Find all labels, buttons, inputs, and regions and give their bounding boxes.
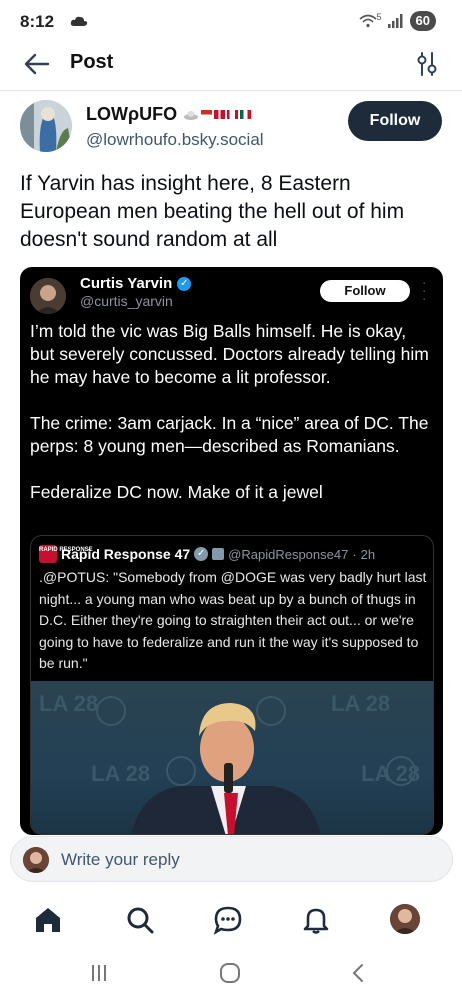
- rapid-response-logo: RAPID RESPONSE: [39, 545, 93, 563]
- tweet-paragraph: I’m told the vic was Big Balls himself. …: [30, 321, 429, 387]
- cloud-icon: [70, 16, 88, 26]
- verified-badge-icon: ✓: [177, 276, 192, 291]
- bottom-nav: [0, 896, 462, 946]
- tweet-follow-button: Follow: [320, 280, 410, 302]
- status-bar: 8:12 5 60: [0, 0, 462, 44]
- quoted-tweet: RAPID RESPONSE Rapid Response 47 ✓ @Rapi…: [30, 535, 434, 835]
- follow-button[interactable]: Follow: [348, 101, 442, 141]
- ufo-icon: [184, 110, 199, 120]
- flag-icon: [227, 110, 239, 119]
- government-badge-icon: [212, 548, 225, 560]
- flag-icon: [214, 110, 226, 119]
- post-header: Post: [0, 44, 462, 84]
- sliders-icon[interactable]: [416, 51, 438, 77]
- search-icon[interactable]: [124, 904, 156, 936]
- arrow-left-icon[interactable]: [24, 52, 50, 76]
- quote-separator: ·: [352, 546, 357, 562]
- backdrop-text: LA 28: [91, 761, 150, 786]
- system-nav-bar: [0, 952, 462, 1000]
- reply-placeholder[interactable]: Write your reply: [61, 850, 180, 870]
- backdrop-text: LA 28: [39, 691, 98, 716]
- tweet-body: I’m told the vic was Big Balls himself. …: [30, 320, 435, 504]
- quote-author-name: Rapid Response 47: [61, 546, 191, 562]
- reply-composer[interactable]: Write your reply: [10, 836, 453, 882]
- press-conference-photo: LA 28 LA 28 LA 28 LA 28: [31, 681, 433, 834]
- network-type: 5: [376, 12, 382, 22]
- tweet-author-handle: @curtis_yarvin: [80, 293, 173, 309]
- backdrop-text: LA 28: [361, 761, 420, 786]
- more-options-icon: · · ·: [422, 275, 427, 306]
- author-avatar[interactable]: [20, 100, 72, 152]
- tweet-author-avatar: [30, 278, 66, 314]
- page-title: Post: [70, 51, 114, 73]
- author-handle[interactable]: @lowrhoufo.bsky.social: [86, 130, 264, 150]
- wifi-icon: [358, 14, 377, 28]
- home-button-icon[interactable]: [218, 962, 242, 984]
- author-name-row: LOWρUFO: [86, 104, 252, 125]
- bell-icon[interactable]: [300, 904, 332, 936]
- quote-author-row: RAPID RESPONSE Rapid Response 47 ✓ @Rapi…: [39, 545, 375, 563]
- recent-apps-icon[interactable]: [88, 962, 110, 984]
- embedded-image[interactable]: Curtis Yarvin ✓ @curtis_yarvin Follow · ·…: [20, 267, 443, 835]
- backdrop-text: LA 28: [331, 691, 390, 716]
- status-time: 8:12: [20, 12, 55, 31]
- quote-time: 2h: [360, 546, 376, 562]
- quote-text: .@POTUS: "Somebody from @DOGE was very b…: [39, 569, 427, 671]
- user-avatar: [23, 847, 49, 873]
- quote-author-handle: @RapidResponse47: [228, 546, 349, 562]
- post-text: If Yarvin has insight here, 8 Eastern Eu…: [20, 172, 405, 251]
- author-name[interactable]: LOWρUFO: [86, 104, 177, 125]
- tweet-paragraph: The crime: 3am carjack. In a “nice” area…: [30, 413, 429, 456]
- signal-icon: [387, 14, 403, 28]
- flag-icon: [240, 110, 252, 119]
- verified-badge-icon: ✓: [194, 547, 209, 561]
- home-icon[interactable]: [32, 904, 64, 936]
- back-button-icon[interactable]: [350, 962, 366, 984]
- chat-icon[interactable]: [212, 904, 244, 936]
- tweet-author-name: Curtis Yarvin: [80, 275, 173, 292]
- profile-avatar[interactable]: [390, 904, 420, 934]
- flag-icon: [201, 110, 213, 119]
- battery-indicator: 60: [409, 11, 436, 31]
- tweet-author-row: Curtis Yarvin ✓: [80, 275, 192, 292]
- tweet-paragraph: Federalize DC now. Make of it a jewel: [30, 482, 323, 502]
- header-divider: [0, 90, 462, 91]
- flag-emojis: [183, 109, 252, 121]
